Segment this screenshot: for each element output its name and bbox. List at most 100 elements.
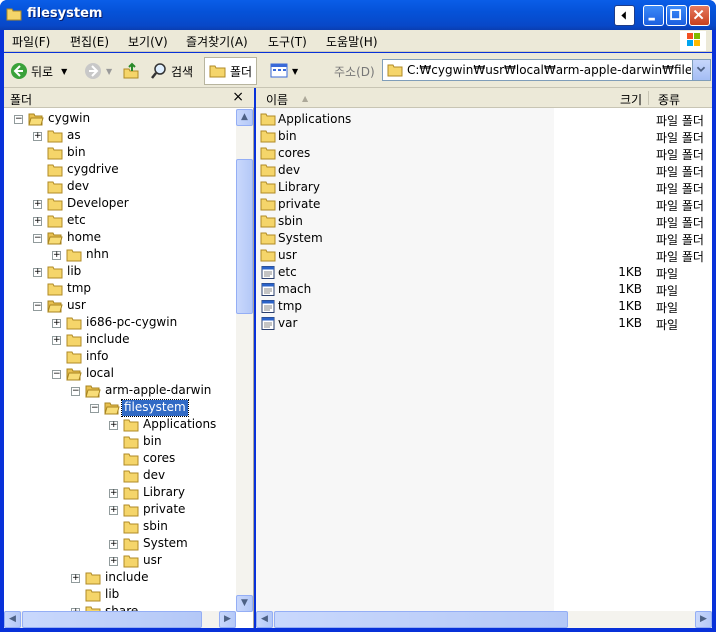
tree-item-label[interactable]: Applications bbox=[141, 417, 218, 433]
chevron-down-icon[interactable]: ▼ bbox=[106, 67, 112, 76]
tree-item-label[interactable]: cygdrive bbox=[65, 162, 121, 178]
file-row[interactable]: cores 파일 폴더 bbox=[256, 145, 712, 162]
scroll-thumb[interactable] bbox=[274, 611, 568, 628]
tree-item-label[interactable]: lib bbox=[103, 587, 121, 603]
tree-item-label[interactable]: sbin bbox=[141, 519, 170, 535]
tree-item[interactable]: + nhn bbox=[4, 247, 236, 264]
tree-item-label[interactable]: filesystem bbox=[121, 399, 189, 417]
tree-item[interactable]: + include bbox=[4, 570, 236, 587]
tree-item-label[interactable]: include bbox=[84, 332, 131, 348]
folders-button[interactable]: 폴더 bbox=[204, 57, 258, 85]
minimize-button[interactable] bbox=[643, 5, 664, 26]
tree-item[interactable]: + lib bbox=[4, 264, 236, 281]
scroll-thumb[interactable] bbox=[236, 159, 253, 314]
expand-icon[interactable]: + bbox=[109, 506, 118, 515]
tree-item-label[interactable]: private bbox=[141, 502, 187, 518]
expand-icon[interactable]: + bbox=[71, 574, 80, 583]
search-button[interactable]: 검색 bbox=[150, 58, 193, 84]
tree-item-label[interactable]: home bbox=[65, 230, 103, 246]
expand-icon[interactable]: + bbox=[109, 557, 118, 566]
file-row[interactable]: System 파일 폴더 bbox=[256, 230, 712, 247]
expand-icon[interactable]: + bbox=[52, 336, 61, 345]
tree-vertical-scrollbar[interactable]: ▲ ▼ bbox=[236, 109, 253, 612]
tree-item[interactable]: cygdrive bbox=[4, 162, 236, 179]
expand-icon[interactable]: + bbox=[33, 200, 42, 209]
tree-item[interactable]: − usr bbox=[4, 298, 236, 315]
menu-view[interactable]: 보기(V) bbox=[128, 33, 168, 50]
menu-tools[interactable]: 도구(T) bbox=[268, 33, 307, 50]
collapse-icon[interactable]: − bbox=[33, 302, 42, 311]
up-folder-button[interactable] bbox=[122, 58, 140, 84]
scroll-left-icon[interactable]: ◀ bbox=[4, 611, 21, 628]
tree-item[interactable]: + i686-pc-cygwin bbox=[4, 315, 236, 332]
expand-icon[interactable]: + bbox=[52, 251, 61, 260]
back-nav-icon[interactable] bbox=[614, 5, 635, 26]
tree-item-label[interactable]: cores bbox=[141, 451, 177, 467]
file-row[interactable]: usr 파일 폴더 bbox=[256, 247, 712, 264]
tree-item[interactable]: + Developer bbox=[4, 196, 236, 213]
column-divider[interactable] bbox=[648, 91, 649, 105]
column-type[interactable]: 종류 bbox=[658, 91, 680, 108]
tree-item-label[interactable]: Library bbox=[141, 485, 187, 501]
tree-item[interactable]: + Library bbox=[4, 485, 236, 502]
chevron-down-icon[interactable]: ▼ bbox=[292, 67, 298, 76]
tree-item[interactable]: tmp bbox=[4, 281, 236, 298]
tree-item-label[interactable]: dev bbox=[65, 179, 91, 195]
file-row[interactable]: mach 1KB 파일 bbox=[256, 281, 712, 298]
tree-item[interactable]: dev bbox=[4, 179, 236, 196]
file-row[interactable]: etc 1KB 파일 bbox=[256, 264, 712, 281]
file-row[interactable]: tmp 1KB 파일 bbox=[256, 298, 712, 315]
tree-item[interactable]: bin bbox=[4, 434, 236, 451]
tree-item-label[interactable]: bin bbox=[141, 434, 164, 450]
views-button[interactable]: ▼ bbox=[270, 58, 298, 84]
expand-icon[interactable]: + bbox=[52, 319, 61, 328]
menu-edit[interactable]: 편집(E) bbox=[70, 33, 109, 50]
tree-item[interactable]: + Applications bbox=[4, 417, 236, 434]
tree-item-label[interactable]: Developer bbox=[65, 196, 131, 212]
tree-item-label[interactable]: i686-pc-cygwin bbox=[84, 315, 179, 331]
tree-item-label[interactable]: cygwin bbox=[46, 111, 92, 127]
collapse-icon[interactable]: − bbox=[14, 115, 23, 124]
tree-item[interactable]: − cygwin bbox=[4, 111, 236, 128]
tree-item[interactable]: info bbox=[4, 349, 236, 366]
tree-item-label[interactable]: info bbox=[84, 349, 111, 365]
expand-icon[interactable]: + bbox=[109, 540, 118, 549]
column-size[interactable]: 크기 bbox=[620, 91, 642, 108]
tree-item-label[interactable]: tmp bbox=[65, 281, 93, 297]
tree-item[interactable]: − local bbox=[4, 366, 236, 383]
file-row[interactable]: dev 파일 폴더 bbox=[256, 162, 712, 179]
tree-item[interactable]: + include bbox=[4, 332, 236, 349]
collapse-icon[interactable]: − bbox=[90, 404, 99, 413]
tree-item-label[interactable]: System bbox=[141, 536, 190, 552]
tree-item-label[interactable]: as bbox=[65, 128, 83, 144]
file-row[interactable]: sbin 파일 폴더 bbox=[256, 213, 712, 230]
tree-item[interactable]: cores bbox=[4, 451, 236, 468]
expand-icon[interactable]: + bbox=[109, 489, 118, 498]
menu-help[interactable]: 도움말(H) bbox=[326, 33, 378, 50]
tree-item[interactable]: + usr bbox=[4, 553, 236, 570]
file-row[interactable]: bin 파일 폴더 bbox=[256, 128, 712, 145]
menu-favorites[interactable]: 즐겨찾기(A) bbox=[186, 33, 248, 50]
maximize-button[interactable] bbox=[666, 5, 687, 26]
tree-item-label[interactable]: local bbox=[84, 366, 116, 382]
tree-item-label[interactable]: etc bbox=[65, 213, 88, 229]
tree-item[interactable]: bin bbox=[4, 145, 236, 162]
tree-item[interactable]: − home bbox=[4, 230, 236, 247]
scroll-up-icon[interactable]: ▲ bbox=[236, 109, 253, 126]
tree-item-label[interactable]: arm-apple-darwin bbox=[103, 383, 213, 399]
column-name[interactable]: 이름 bbox=[266, 91, 288, 108]
tree-item[interactable]: lib bbox=[4, 587, 236, 604]
tree-item[interactable]: + System bbox=[4, 536, 236, 553]
tree-item-label[interactable]: bin bbox=[65, 145, 88, 161]
expand-icon[interactable]: + bbox=[33, 268, 42, 277]
file-row[interactable]: private 파일 폴더 bbox=[256, 196, 712, 213]
tree-item[interactable]: dev bbox=[4, 468, 236, 485]
tree-item[interactable]: − filesystem bbox=[4, 399, 236, 417]
expand-icon[interactable]: + bbox=[33, 217, 42, 226]
tree-item[interactable]: + as bbox=[4, 128, 236, 145]
tree-item-label[interactable]: lib bbox=[65, 264, 83, 280]
chevron-down-icon[interactable]: ▼ bbox=[61, 67, 67, 76]
forward-button[interactable]: ▼ bbox=[84, 58, 112, 84]
scroll-right-icon[interactable]: ▶ bbox=[219, 611, 236, 628]
tree-horizontal-scrollbar[interactable]: ◀ ▶ bbox=[4, 611, 236, 628]
